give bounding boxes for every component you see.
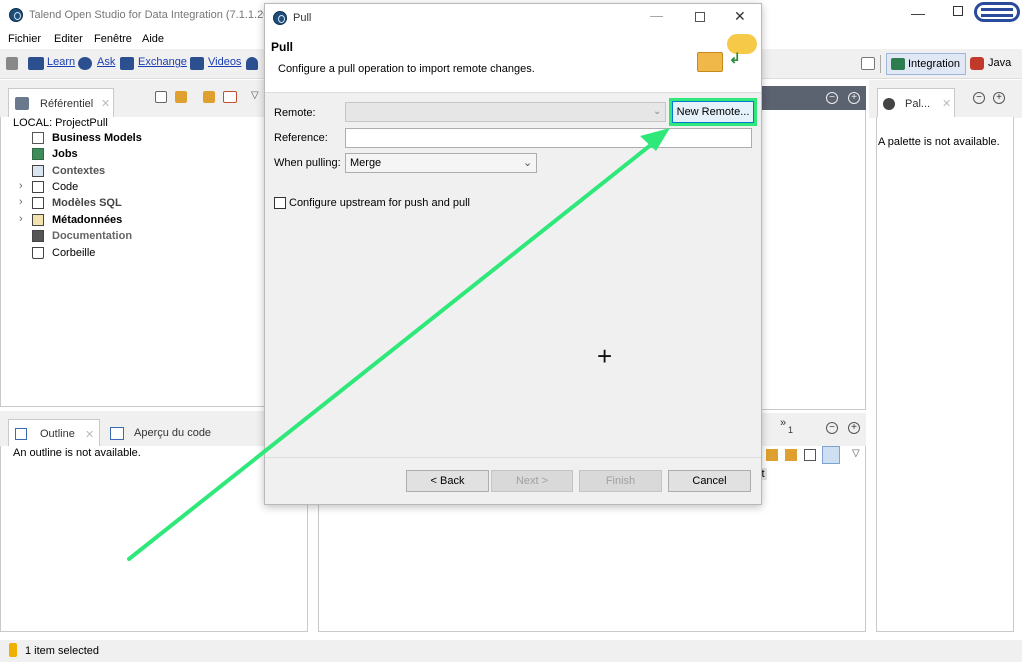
arrow-shaft: [127, 138, 659, 561]
annotation-arrow: [127, 128, 670, 561]
